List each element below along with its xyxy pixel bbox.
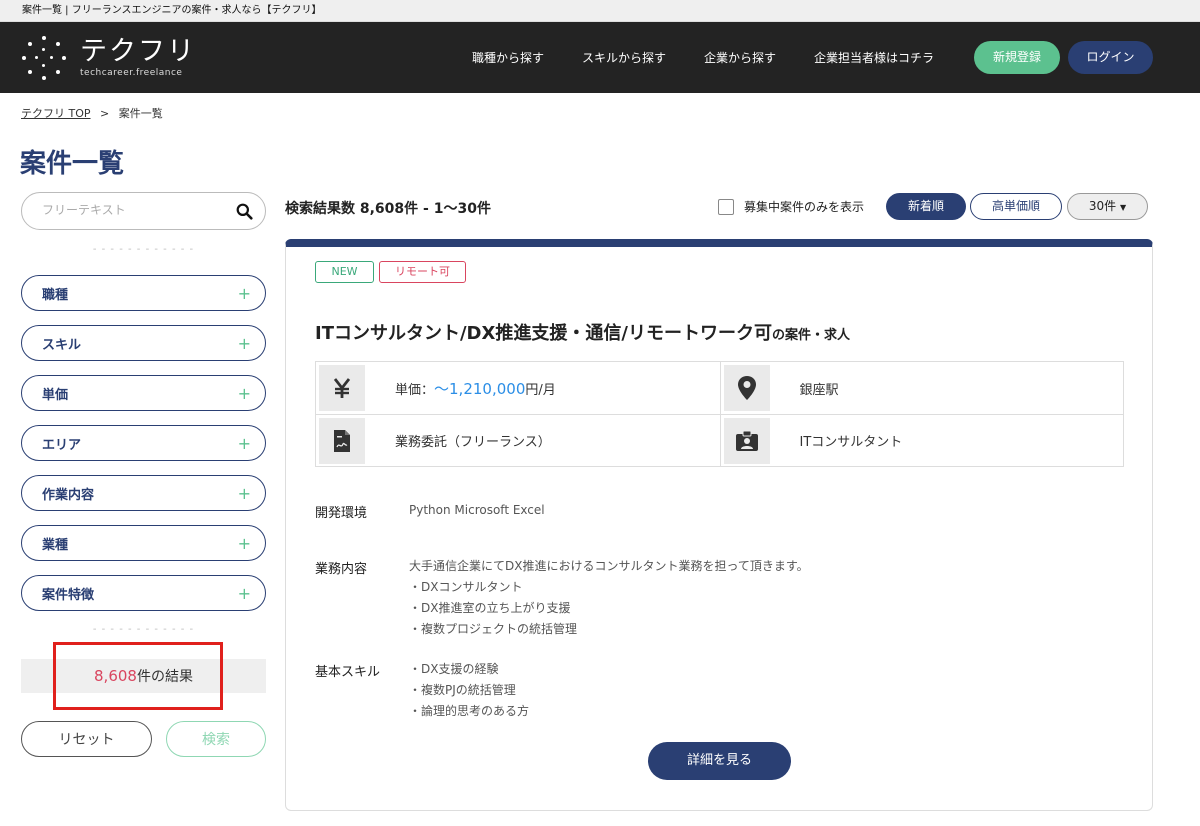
skill-line: ・DX支援の経験 xyxy=(409,662,499,676)
sort-newest-button[interactable]: 新着順 xyxy=(886,193,966,220)
filter-features[interactable]: 案件特徴 + xyxy=(21,575,266,611)
page-title: 案件一覧 xyxy=(20,149,125,179)
work-line: ・複数プロジェクトの統括管理 xyxy=(409,622,578,636)
reset-button[interactable]: リセット xyxy=(21,721,152,757)
location-pin-icon xyxy=(723,365,770,411)
breadcrumb-separator: > xyxy=(100,107,110,120)
job-card: NEW リモート可 ITコンサルタント/DX推進支援・通信/リモートワーク可の案… xyxy=(285,239,1153,811)
site-logo[interactable]: テクフリ techcareer.freelance xyxy=(22,35,196,80)
filter-label: 単価 xyxy=(42,387,69,403)
filter-label: 作業内容 xyxy=(42,487,95,503)
logo-title: テクフリ xyxy=(80,36,196,67)
search-button[interactable]: 検索 xyxy=(166,721,266,757)
contract-text: 業務委託（フリーランス） xyxy=(395,435,551,450)
document-icon xyxy=(319,417,365,464)
env-value: Python Microsoft Excel xyxy=(409,503,545,517)
plus-icon: + xyxy=(237,533,251,553)
nav-for-companies[interactable]: 企業担当者様はコチラ xyxy=(814,49,934,66)
search-icon[interactable] xyxy=(236,203,253,220)
logo-subtitle: techcareer.freelance xyxy=(80,68,183,78)
role-text: ITコンサルタント xyxy=(799,435,903,450)
browser-tab-title: 案件一覧 | フリーランスエンジニアの案件・求人なら【テクフリ】 xyxy=(0,0,1200,22)
filter-label: 案件特徴 xyxy=(42,587,95,603)
id-badge-icon xyxy=(723,417,770,464)
skill-label: 基本スキル xyxy=(315,665,381,680)
new-tag: NEW xyxy=(315,261,374,283)
price-text: 単価：〜1,210,000円/月 xyxy=(395,378,556,399)
filter-job-type[interactable]: 職種 + xyxy=(21,275,266,311)
plus-icon: + xyxy=(237,583,251,603)
nav-skill[interactable]: スキルから探す xyxy=(582,49,666,66)
nav-company[interactable]: 企業から探す xyxy=(704,49,776,66)
env-label: 開発環境 xyxy=(315,506,368,521)
work-label: 業務内容 xyxy=(315,562,368,577)
filter-label: 職種 xyxy=(42,287,69,303)
plus-icon: + xyxy=(237,383,251,403)
site-header: テクフリ techcareer.freelance 職種から探す スキルから探す… xyxy=(0,22,1200,93)
per-page-select[interactable]: 30件 ▼ xyxy=(1067,193,1148,220)
divider: - - - - - - - - - - - - xyxy=(92,244,195,255)
divider: - - - - - - - - - - - - xyxy=(92,624,195,635)
sidebar-filters: - - - - - - - - - - - - 職種 + スキル + 単価 + … xyxy=(21,192,266,635)
breadcrumb-home-link[interactable]: テクフリ TOP xyxy=(21,107,91,120)
free-text-search[interactable] xyxy=(21,192,266,230)
main-nav: 職種から探す スキルから探す 企業から探す 企業担当者様はコチラ xyxy=(472,22,972,93)
nav-job-type[interactable]: 職種から探す xyxy=(472,49,544,66)
work-line: 大手通信企業にてDX推進におけるコンサルタント業務を担って頂きます。 xyxy=(409,559,809,573)
breadcrumb-current: 案件一覧 xyxy=(118,107,163,120)
filter-area[interactable]: エリア + xyxy=(21,425,266,461)
plus-icon: + xyxy=(237,333,251,353)
breadcrumb: テクフリ TOP > 案件一覧 xyxy=(21,105,163,121)
plus-icon: + xyxy=(237,433,251,453)
free-text-input[interactable] xyxy=(42,203,232,217)
sort-price-button[interactable]: 高単価順 xyxy=(970,193,1062,220)
station-text: 銀座駅 xyxy=(799,382,839,398)
per-page-value: 30件 xyxy=(1088,199,1117,213)
skill-list: ・DX支援の経験 ・複数PJの統括管理 ・論理的思考のある方 xyxy=(409,659,529,722)
only-open-checkbox[interactable] xyxy=(718,198,734,215)
work-line: ・DX推進室の立ち上がり支援 xyxy=(409,601,571,615)
work-description: 大手通信企業にてDX推進におけるコンサルタント業務を担って頂きます。 ・DXコン… xyxy=(409,556,809,640)
filter-label: 業種 xyxy=(42,537,69,553)
filter-price[interactable]: 単価 + xyxy=(21,375,266,411)
skill-line: ・論理的思考のある方 xyxy=(409,704,530,718)
job-title-suffix: の案件・求人 xyxy=(771,328,850,343)
work-line: ・DXコンサルタント xyxy=(409,580,523,594)
caret-down-icon: ▼ xyxy=(1119,203,1127,212)
remote-tag: リモート可 xyxy=(379,261,466,283)
highlight-box xyxy=(53,642,223,710)
job-title[interactable]: ITコンサルタント/DX推進支援・通信/リモートワーク可の案件・求人 xyxy=(315,319,850,345)
filter-work-content[interactable]: 作業内容 + xyxy=(21,475,266,511)
filter-skill[interactable]: スキル + xyxy=(21,325,266,361)
filter-label: スキル xyxy=(42,337,82,353)
plus-icon: + xyxy=(237,483,251,503)
yen-icon xyxy=(319,365,365,411)
filter-industry[interactable]: 業種 + xyxy=(21,525,266,561)
plus-icon: + xyxy=(237,283,251,303)
job-title-text: ITコンサルタント/DX推進支援・通信/リモートワーク可 xyxy=(315,323,772,344)
only-open-filter[interactable]: 募集中案件のみを表示 xyxy=(718,198,864,215)
filter-label: エリア xyxy=(42,437,82,453)
register-button[interactable]: 新規登録 xyxy=(974,41,1060,74)
only-open-label: 募集中案件のみを表示 xyxy=(744,200,865,214)
search-result-summary: 検索結果数 8,608件 - 1〜30件 xyxy=(285,201,491,217)
job-info-table: 単価：〜1,210,000円/月 銀座駅 業務委託（フリーランス） ITコンサル… xyxy=(315,361,1124,467)
price-unit: 円/月 xyxy=(525,382,556,398)
skill-line: ・複数PJの統括管理 xyxy=(409,683,516,697)
price-prefix: 単価： xyxy=(395,382,435,398)
price-value: 〜1,210,000 xyxy=(434,379,526,398)
login-button[interactable]: ログイン xyxy=(1068,41,1153,74)
view-details-button[interactable]: 詳細を見る xyxy=(648,742,791,780)
logo-mark-icon xyxy=(22,35,66,80)
